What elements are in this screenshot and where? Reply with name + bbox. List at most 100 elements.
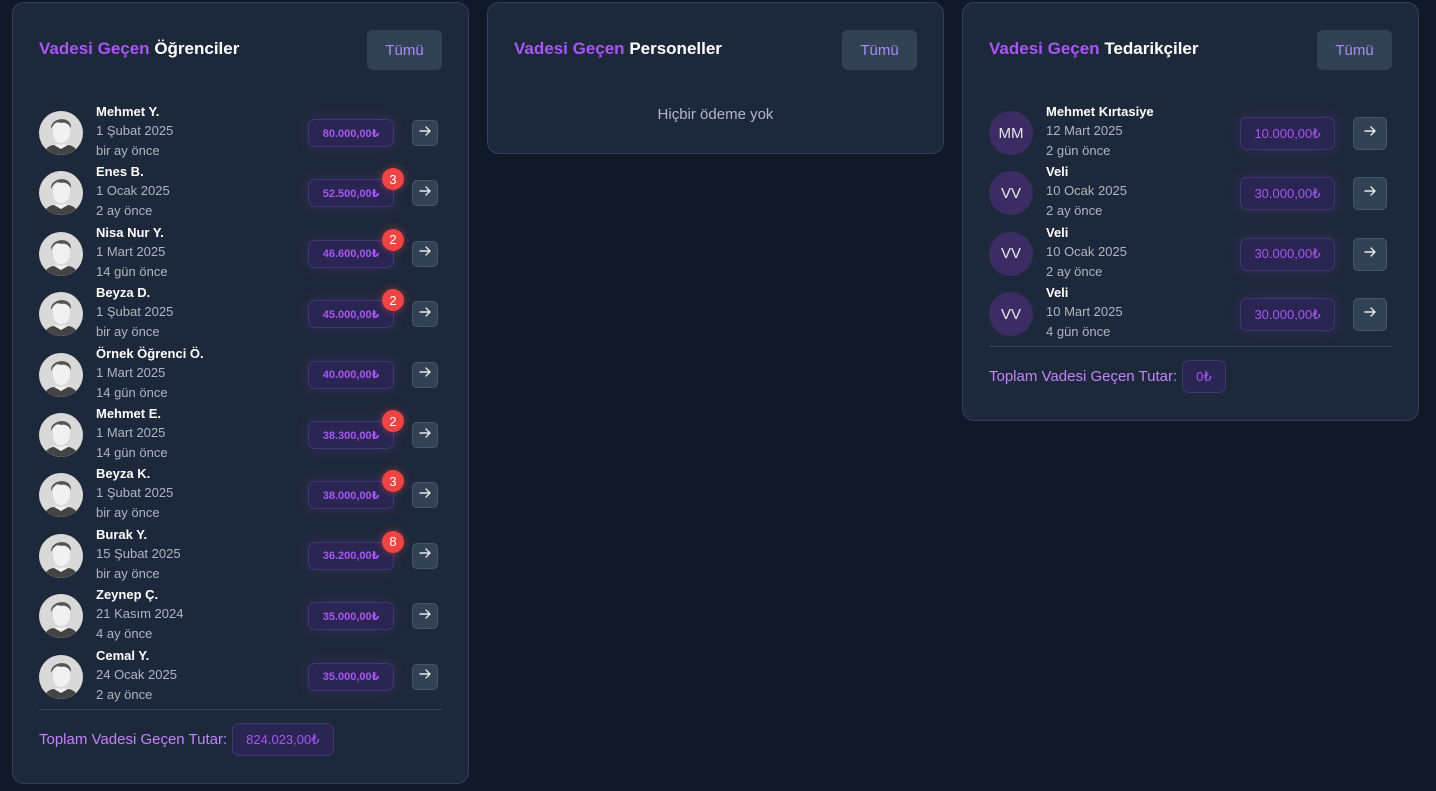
students-total-value: 824.023,00₺ — [232, 723, 334, 756]
overdue-students-card: Vadesi Geçen Öğrenciler Tümü Mehmet Y. 1 … — [12, 2, 469, 784]
students-total-row: Toplam Vadesi Geçen Tutar: 824.023,00₺ — [39, 723, 334, 756]
supplier-row[interactable]: VV Veli 10 Ocak 2025 2 ay önce 30.000,00₺ — [989, 162, 1392, 222]
supplier-row[interactable]: VV Veli 10 Ocak 2025 2 ay önce 30.000,00₺ — [989, 223, 1392, 283]
student-relative-time: bir ay önce — [96, 505, 160, 521]
student-name: Zeynep Ç. — [96, 587, 159, 603]
student-amount-badge: 80.000,00₺ — [308, 119, 394, 147]
students-total-label: Toplam Vadesi Geçen Tutar: — [39, 731, 228, 748]
overdue-count-badge: 3 — [382, 168, 404, 191]
student-relative-time: 4 ay önce — [96, 626, 153, 642]
overdue-count-badge: 3 — [382, 470, 404, 493]
staff-title-rest: Personeller — [629, 39, 722, 58]
staff-card-title: Vadesi Geçen Personeller — [514, 39, 722, 59]
avatar-icon — [39, 171, 83, 216]
supplier-amount: 30.000,00₺ — [1254, 306, 1321, 322]
student-relative-time: bir ay önce — [96, 143, 160, 158]
supplier-initials-avatar: VV — [989, 171, 1033, 216]
supplier-amount-badge: 10.000,00₺ — [1240, 117, 1335, 150]
supplier-due-date: 10 Mart 2025 — [1046, 304, 1123, 320]
supplier-due-date: 10 Ocak 2025 — [1046, 243, 1127, 259]
student-due-date: 1 Mart 2025 — [96, 243, 166, 259]
avatar-icon — [39, 292, 83, 337]
supplier-row[interactable]: VV Veli 10 Mart 2025 4 gün önce 30.000,00₺ — [989, 283, 1392, 343]
student-row[interactable]: Beyza D. 1 Şubat 2025 bir ay önce 45.000,00… — [39, 283, 442, 343]
arrow-right-icon — [1363, 305, 1377, 324]
student-amount-badge: 45.000,00₺ 2 — [308, 289, 404, 329]
open-supplier-button[interactable] — [1353, 298, 1387, 332]
students-all-button[interactable]: Tümü — [367, 30, 442, 70]
student-relative-time: 14 gün önce — [96, 263, 168, 279]
student-relative-time: bir ay önce — [96, 324, 160, 340]
supplier-amount-badge: 30.000,00₺ — [1240, 177, 1335, 211]
supplier-initials-avatar: VV — [989, 292, 1033, 337]
student-name: Beyza K. — [96, 466, 151, 482]
student-amount-badge: 40.000,00₺ — [308, 360, 394, 389]
arrow-right-icon — [1363, 245, 1377, 264]
overdue-count-badge: 2 — [382, 410, 404, 432]
supplier-relative-time: 2 gün önce — [1046, 143, 1111, 158]
open-student-button[interactable] — [412, 120, 438, 146]
open-student-button[interactable] — [412, 301, 438, 328]
open-student-button[interactable] — [412, 180, 438, 207]
suppliers-total-row: Toplam Vadesi Geçen Tutar: 0₺ — [989, 360, 1226, 393]
arrow-right-icon — [418, 244, 432, 263]
student-due-date: 1 Şubat 2025 — [96, 123, 174, 138]
student-row[interactable]: Beyza K. 1 Şubat 2025 bir ay önce 38.000,00… — [39, 464, 442, 524]
overdue-count-badge: 2 — [382, 228, 404, 251]
arrow-right-icon — [1363, 124, 1377, 143]
student-relative-time: 14 gün önce — [96, 445, 168, 460]
student-row[interactable]: Cemal Y. 24 Ocak 2025 2 ay önce 35.000,00₺ — [39, 646, 442, 706]
students-title-accent: Vadesi Geçen — [39, 39, 150, 58]
open-supplier-button[interactable] — [1353, 117, 1387, 150]
avatar-icon — [39, 654, 83, 699]
student-name: Mehmet E. — [96, 406, 162, 421]
student-name: Nisa Nur Y. — [96, 224, 164, 240]
open-supplier-button[interactable] — [1353, 237, 1387, 271]
open-student-button[interactable] — [412, 542, 438, 569]
open-student-button[interactable] — [412, 422, 438, 448]
student-name: Mehmet Y. — [96, 104, 160, 119]
suppliers-all-button[interactable]: Tümü — [1317, 30, 1392, 70]
student-row[interactable]: Enes B. 1 Ocak 2025 2 ay önce 52.500,00₺ 3 — [39, 162, 442, 222]
student-amount: 35.000,00₺ — [322, 671, 380, 684]
student-due-date: 24 Ocak 2025 — [96, 666, 177, 682]
staff-title-accent: Vadesi Geçen — [514, 39, 625, 58]
supplier-amount: 30.000,00₺ — [1254, 185, 1321, 201]
open-supplier-button[interactable] — [1353, 177, 1387, 211]
student-amount-badge: 46.600,00₺ 2 — [308, 228, 404, 268]
arrow-right-icon — [418, 124, 432, 143]
student-name: Örnek Öğrenci Ö. — [96, 345, 204, 361]
student-name: Enes B. — [96, 164, 144, 180]
open-student-button[interactable] — [412, 361, 438, 388]
avatar-icon — [39, 352, 83, 397]
supplier-due-date: 10 Ocak 2025 — [1046, 183, 1127, 199]
staff-empty-message: Hiçbir ödeme yok — [657, 106, 774, 123]
student-row[interactable]: Örnek Öğrenci Ö. 1 Mart 2025 14 gün önce 40… — [39, 344, 442, 404]
student-row[interactable]: Mehmet E. 1 Mart 2025 14 gün önce 38.300,00… — [39, 404, 442, 464]
supplier-row[interactable]: MM Mehmet Kırtasiye 12 Mart 2025 2 gün önce… — [989, 102, 1392, 162]
student-row[interactable]: Zeynep Ç. 21 Kasım 2024 4 ay önce 35.000,00… — [39, 585, 442, 645]
student-row[interactable]: Burak Y. 15 Şubat 2025 bir ay önce 36.200,0… — [39, 525, 442, 585]
student-name: Cemal Y. — [96, 647, 150, 663]
arrow-right-icon — [418, 426, 432, 445]
student-relative-time: 2 ay önce — [96, 686, 153, 702]
suppliers-title-accent: Vadesi Geçen — [989, 39, 1100, 58]
student-relative-time: bir ay önce — [96, 565, 160, 581]
arrow-right-icon — [418, 305, 432, 324]
open-student-button[interactable] — [412, 603, 438, 630]
suppliers-divider — [989, 346, 1392, 347]
supplier-name: Veli — [1046, 164, 1069, 180]
arrow-right-icon — [1363, 184, 1377, 203]
student-relative-time: 14 gün önce — [96, 384, 168, 400]
student-row[interactable]: Mehmet Y. 1 Şubat 2025 bir ay önce 80.000,0… — [39, 102, 442, 162]
staff-all-button[interactable]: Tümü — [842, 30, 917, 70]
open-student-button[interactable] — [412, 663, 438, 690]
student-row[interactable]: Nisa Nur Y. 1 Mart 2025 14 gün önce 46.600,… — [39, 223, 442, 283]
open-student-button[interactable] — [412, 240, 438, 267]
student-due-date: 1 Ocak 2025 — [96, 183, 170, 199]
supplier-amount: 10.000,00₺ — [1254, 125, 1321, 141]
student-name: Beyza D. — [96, 285, 151, 301]
open-student-button[interactable] — [412, 482, 438, 509]
avatar-icon — [39, 111, 83, 155]
overdue-count-badge: 2 — [382, 289, 404, 312]
